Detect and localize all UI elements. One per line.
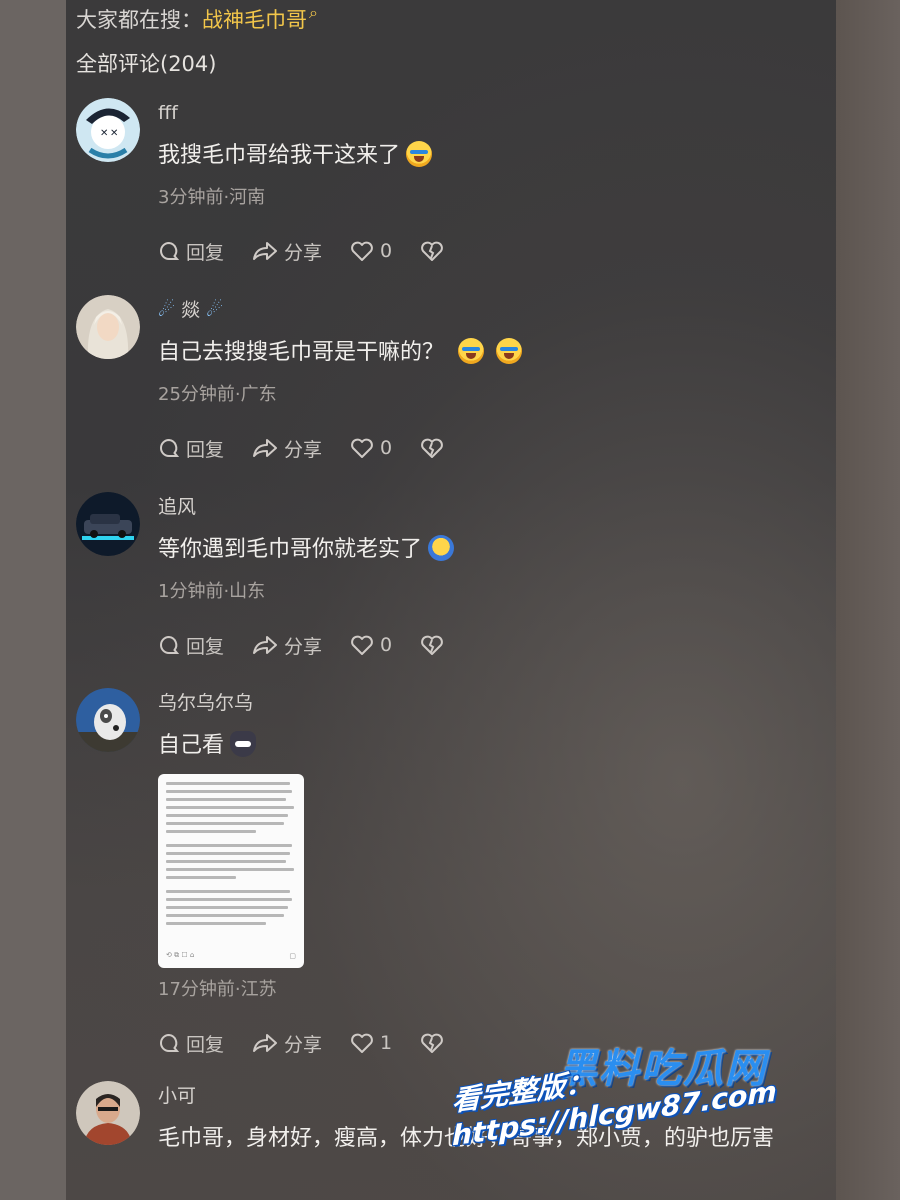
laugh-cry-emoji-icon	[406, 141, 433, 167]
share-button[interactable]: 分享	[252, 238, 322, 265]
laugh-cry-emoji-icon	[496, 338, 523, 364]
search-icon[interactable]: ⌕	[309, 3, 318, 23]
comment-text: 自己去搜搜毛巾哥是干嘛的？	[158, 333, 818, 373]
cat-emoji-icon	[230, 731, 257, 757]
thumbnail-badge: ▢	[289, 952, 296, 960]
broken-heart-icon	[421, 1033, 443, 1053]
comment-actions: 回复 分享 0	[158, 433, 818, 463]
share-icon	[253, 636, 278, 654]
comment-username[interactable]: 乌尔乌尔乌	[158, 690, 818, 716]
share-label: 分享	[284, 241, 323, 264]
heart-icon	[351, 241, 373, 261]
svg-text:✕: ✕	[100, 128, 108, 139]
comments-count-title: 全部评论(204)	[76, 52, 217, 76]
laugh-cry-emoji-icon	[458, 338, 485, 364]
comment-username[interactable]: fff	[158, 100, 818, 126]
reply-icon	[160, 438, 180, 457]
like-count: 0	[380, 240, 393, 262]
comment-text: 毛巾哥，身材好，瘦高，体力也好，哥事，郑小贾，的驴也厉害	[158, 1126, 775, 1151]
comment-meta: 17分钟前·江苏	[158, 979, 277, 1000]
like-count: 1	[380, 1032, 393, 1054]
sweat-emoji-icon	[428, 535, 455, 561]
search-term-link[interactable]: 战神毛巾哥	[202, 4, 307, 34]
comment-meta: 1分钟前·山东	[158, 581, 266, 602]
comment-text: 我搜毛巾哥给我干这来了	[158, 136, 818, 176]
svg-text:✕: ✕	[110, 128, 118, 139]
reply-button[interactable]: 回复	[158, 1030, 224, 1057]
like-button[interactable]: 0	[350, 437, 392, 459]
dislike-button[interactable]	[420, 437, 444, 459]
share-label: 分享	[284, 1033, 323, 1056]
reply-icon	[160, 241, 180, 260]
avatar[interactable]	[76, 295, 140, 359]
comment-username[interactable]: ☄ 燚 ☄	[158, 297, 818, 323]
dislike-button[interactable]	[420, 1032, 444, 1054]
reply-button[interactable]: 回复	[158, 632, 224, 659]
reply-icon	[160, 1033, 180, 1052]
avatar[interactable]: ✕ ✕	[76, 98, 140, 162]
comment-actions: 回复 分享 0	[158, 630, 818, 660]
heart-icon	[351, 1033, 373, 1053]
like-button[interactable]: 1	[350, 1032, 392, 1054]
reply-label: 回复	[186, 635, 225, 658]
reply-button[interactable]: 回复	[158, 238, 224, 265]
avatar[interactable]	[76, 688, 140, 752]
search-prefix: 大家都在搜：	[76, 8, 202, 32]
heart-icon	[351, 438, 373, 458]
like-count: 0	[380, 437, 393, 459]
reply-label: 回复	[186, 438, 225, 461]
broken-heart-icon	[421, 241, 443, 261]
trending-search-bar[interactable]: 大家都在搜： 战神毛巾哥 ⌕	[76, 3, 318, 34]
share-button[interactable]: 分享	[252, 632, 322, 659]
share-label: 分享	[284, 438, 323, 461]
share-icon	[253, 1034, 278, 1052]
comment-username[interactable]: 追风	[158, 494, 818, 520]
comment-meta: 25分钟前·广东	[158, 384, 277, 405]
comment-actions: 回复 分享 1	[158, 1028, 818, 1058]
thumbnail-text-lines	[166, 782, 296, 930]
like-button[interactable]: 0	[350, 634, 392, 656]
share-button[interactable]: 分享	[252, 1030, 322, 1057]
reply-icon	[160, 635, 180, 654]
comment-text: 等你遇到毛巾哥你就老实了	[158, 530, 818, 570]
thumbnail-toolbar-icons: ⟲ ⧉ ☐ ⌂	[166, 951, 195, 959]
comment-actions: 回复 分享 0	[158, 236, 818, 266]
avatar[interactable]	[76, 1081, 140, 1145]
avatar[interactable]	[76, 492, 140, 556]
share-icon	[253, 242, 278, 260]
like-button[interactable]: 0	[350, 240, 392, 262]
heart-icon	[351, 635, 373, 655]
comment-meta: 3分钟前·河南	[158, 187, 266, 208]
comment-image-thumbnail[interactable]: ⟲ ⧉ ☐ ⌂ ▢	[158, 774, 304, 968]
comet-icon: ☄	[206, 299, 224, 321]
share-button[interactable]: 分享	[252, 435, 322, 462]
dislike-button[interactable]	[420, 634, 444, 656]
comment-username[interactable]: 小可	[158, 1083, 818, 1109]
reply-button[interactable]: 回复	[158, 435, 224, 462]
broken-heart-icon	[421, 635, 443, 655]
like-count: 0	[380, 634, 393, 656]
dislike-button[interactable]	[420, 240, 444, 262]
comet-icon: ☄	[158, 299, 176, 321]
share-label: 分享	[284, 635, 323, 658]
reply-label: 回复	[186, 1033, 225, 1056]
broken-heart-icon	[421, 438, 443, 458]
reply-label: 回复	[186, 241, 225, 264]
comment-text: 自己看	[158, 726, 818, 766]
share-icon	[253, 439, 278, 457]
